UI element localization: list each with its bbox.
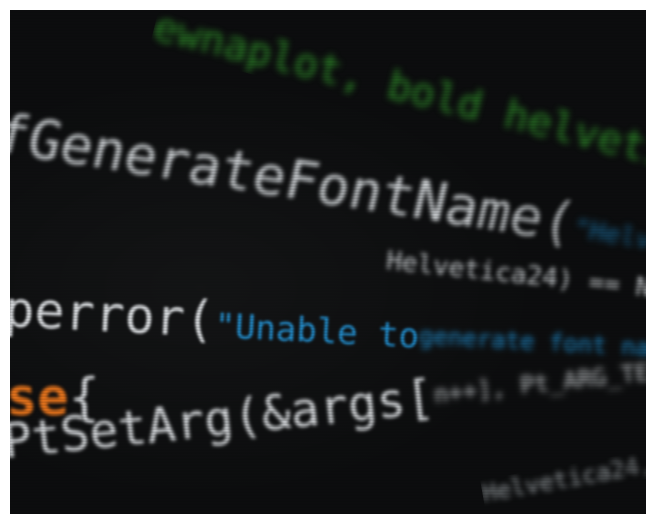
- code-line-bottom: Helvetica24, 0);: [480, 440, 646, 508]
- code-photo: ewnaplot, bold helvetica 10 condensed fG…: [10, 10, 646, 514]
- code-block: ewnaplot, bold helvetica 10 condensed fG…: [10, 10, 646, 514]
- code-string-literal: "Unable to: [213, 306, 421, 357]
- code-identifier: Helvetica24, 0);: [480, 440, 646, 508]
- code-function-call: perror(: [10, 280, 217, 349]
